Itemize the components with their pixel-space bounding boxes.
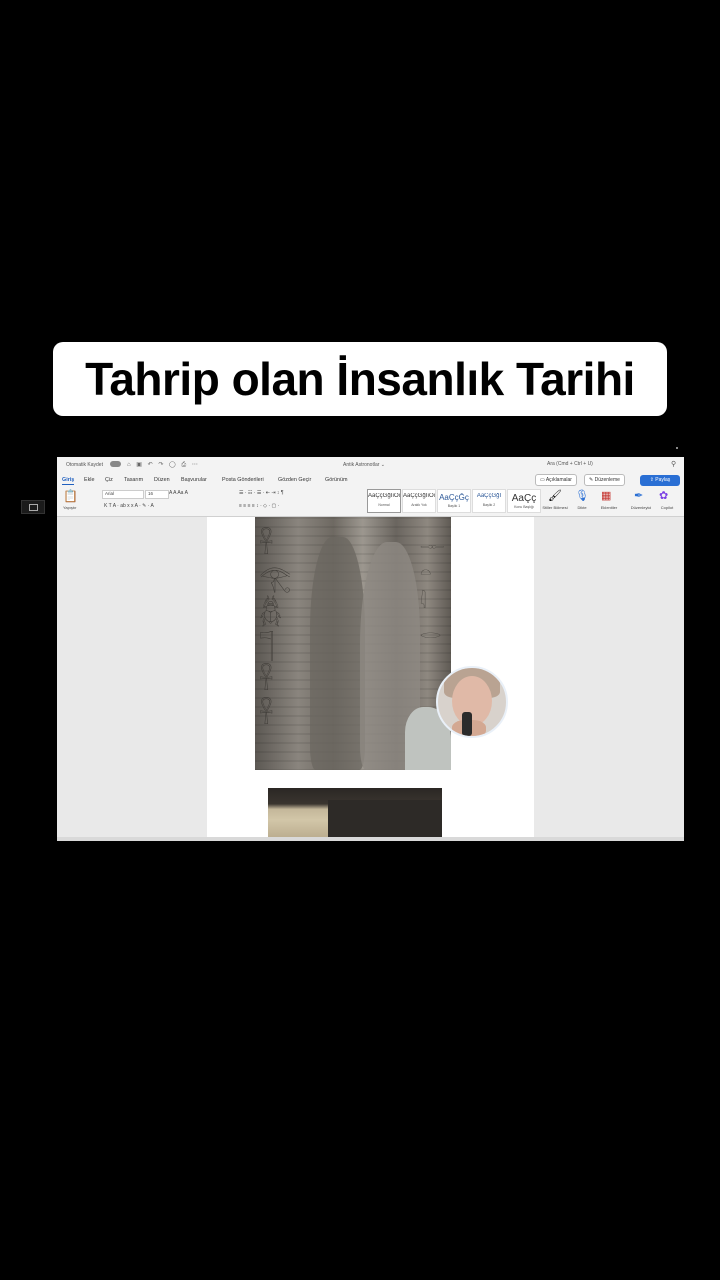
- style-sample: AaÇç: [511, 493, 537, 504]
- style-label: Başlık 2: [482, 503, 496, 507]
- addins-label[interactable]: Eklentiler: [595, 505, 623, 510]
- caption-text: Tahrip olan İnsanlık Tarihi: [85, 353, 635, 405]
- egyptian-relief-image[interactable]: 𓋹𓂀𓆣𓊹𓋹𓋹 𓊃𓏏𓇋𓂋: [255, 517, 451, 770]
- dictate-label[interactable]: Dikte: [571, 505, 593, 510]
- tab-design[interactable]: Tasarım: [124, 477, 143, 483]
- hieroglyph-column-right: 𓊃𓏏𓇋𓂋: [420, 532, 445, 642]
- editing-label: Düzenleme: [594, 477, 620, 483]
- paste-label[interactable]: Yapıştır: [63, 505, 77, 510]
- editor-icon[interactable]: ✒: [634, 489, 648, 503]
- style-sample: AaÇçĞğİıOo: [368, 493, 400, 499]
- style-sample: AaÇçĞğİıOo: [403, 493, 435, 499]
- avatar-face: [452, 676, 492, 726]
- presenter-webcam-avatar: [436, 666, 508, 738]
- hieroglyph-column: 𓋹𓂀𓆣𓊹𓋹𓋹: [259, 529, 292, 729]
- tab-draw[interactable]: Çiz: [105, 477, 113, 483]
- style-normal[interactable]: AaÇçĞğİıOo Normal: [367, 489, 401, 513]
- ribbon-home: 📋 Yapıştır Arial 16 A A Aa A K T A · ab …: [57, 486, 684, 517]
- word-window: Otomatik Kaydet ⌂ ▣ ↶ ↷ ◯ ⎙ ⋯ Antik Astr…: [57, 457, 684, 841]
- styles-pane-icon[interactable]: 🖌: [548, 489, 562, 503]
- title-bar: Otomatik Kaydet ⌂ ▣ ↶ ↷ ◯ ⎙ ⋯ Antik Astr…: [57, 457, 684, 473]
- paragraph-icons[interactable]: ☰ · ☷ · ☰ · ⇤ ⇥ ↕ ¶: [239, 490, 284, 496]
- stone-artifact-image[interactable]: [268, 788, 442, 841]
- style-heading-2[interactable]: AaÇçĞğİ Başlık 2: [472, 489, 506, 513]
- copilot-label[interactable]: Copilot: [655, 505, 679, 510]
- style-title[interactable]: AaÇç Konu Başlığı: [507, 489, 541, 513]
- indicator-dot: [676, 447, 678, 449]
- tab-home[interactable]: Giriş: [62, 477, 75, 485]
- editing-button[interactable]: ✎ Düzenleme: [584, 474, 625, 486]
- share-button[interactable]: ⇪ Paylaş: [640, 475, 680, 486]
- paste-icon[interactable]: 📋: [63, 489, 78, 503]
- font-format-icons[interactable]: K T A · ab x x A · ✎ · A: [104, 503, 154, 509]
- style-label: Konu Başlığı: [514, 505, 534, 509]
- style-sample: AaÇçĞğİ: [476, 493, 502, 499]
- microphone-icon: [462, 712, 472, 736]
- tab-mailings[interactable]: Posta Gönderileri: [222, 477, 264, 483]
- align-icons[interactable]: ≡ ≡ ≡ ≡ ↕ · ◇ · ▢ ·: [239, 503, 279, 509]
- comments-button[interactable]: ▭ Açıklamalar: [535, 474, 577, 486]
- style-label: Normal: [378, 503, 390, 507]
- comments-label: Açıklamalar: [545, 477, 572, 483]
- addins-icon[interactable]: ▦: [601, 489, 615, 503]
- search-box[interactable]: Ara (Cmd + Ctrl + U): [547, 461, 593, 467]
- document-title[interactable]: Antik Astronotlar ⌄: [343, 462, 385, 468]
- autosave-label: Otomatik Kaydet: [66, 462, 103, 468]
- tab-references[interactable]: Başvurular: [181, 477, 207, 483]
- tab-view[interactable]: Görünüm: [325, 477, 347, 483]
- style-label: Aralık Yok: [411, 503, 427, 507]
- status-bar: [57, 837, 684, 841]
- ribbon-tabs: Giriş Ekle Çiz Tasarım Düzen Başvurular …: [57, 473, 684, 486]
- tab-insert[interactable]: Ekle: [84, 477, 95, 483]
- style-no-spacing[interactable]: AaÇçĞğİıOo Aralık Yok: [402, 489, 436, 513]
- font-size-box[interactable]: 16: [145, 490, 169, 499]
- editor-label[interactable]: Düzenleyici: [626, 505, 656, 510]
- styles-pane-label[interactable]: Stiller Bölmesi: [541, 505, 569, 510]
- copilot-icon[interactable]: ✿: [659, 489, 673, 503]
- video-caption: Tahrip olan İnsanlık Tarihi: [53, 342, 667, 416]
- style-heading-1[interactable]: AaÇçĞç Başlık 1: [437, 489, 471, 513]
- share-label: Paylaş: [655, 477, 671, 483]
- image-dark-region: [328, 800, 442, 841]
- microphone-icon[interactable]: 🎙: [575, 489, 589, 503]
- screen-share-icon: [21, 500, 45, 514]
- font-grow-icons[interactable]: A A Aa A: [169, 490, 188, 496]
- style-sample: AaÇçĞç: [439, 493, 469, 502]
- quick-access-icons[interactable]: ⌂ ▣ ↶ ↷ ◯ ⎙ ⋯: [127, 461, 200, 469]
- account-icon[interactable]: ⚲: [671, 460, 676, 468]
- autosave-toggle[interactable]: [110, 461, 121, 467]
- relief-figure-left: [310, 537, 365, 770]
- tab-layout[interactable]: Düzen: [154, 477, 170, 483]
- style-label: Başlık 1: [447, 504, 461, 508]
- tab-review[interactable]: Gözden Geçir: [278, 477, 311, 483]
- font-name-box[interactable]: Arial: [102, 490, 144, 499]
